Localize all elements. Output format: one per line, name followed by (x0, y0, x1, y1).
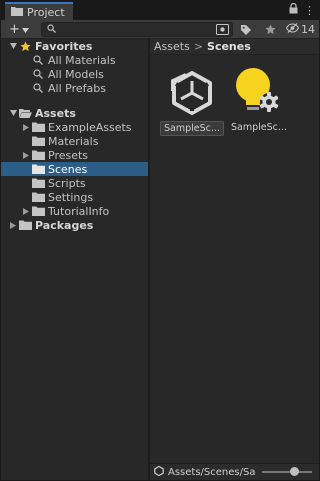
tree-label: Favorites (35, 39, 93, 53)
tree-label: Scripts (48, 176, 86, 190)
tree-item-tutorialinfo[interactable]: TutorialInfo (1, 204, 148, 218)
asset-item[interactable]: SampleSc... (227, 65, 291, 134)
search-field[interactable] (41, 22, 233, 37)
tab-actions: ⋮ (289, 2, 315, 17)
breadcrumb: Assets > Scenes (150, 39, 319, 55)
more-options-icon[interactable]: ⋮ (304, 4, 315, 17)
tree-label: Materials (48, 134, 99, 148)
star-icon (18, 40, 32, 52)
breadcrumb-scenes[interactable]: Scenes (207, 40, 251, 53)
tree-label: Packages (35, 218, 94, 232)
collapsed-arrow-icon[interactable] (21, 122, 31, 132)
tree-label: ExampleAssets (48, 120, 132, 134)
eye-slash-icon (285, 23, 300, 36)
tree-item-favorites[interactable]: Favorites (1, 39, 148, 53)
tree-item-presets[interactable]: Presets (1, 148, 148, 162)
tree-label: Assets (35, 106, 76, 120)
asset-pane: Assets > Scenes SampleSc... SampleSc... … (150, 39, 319, 480)
search-icon (47, 23, 56, 36)
search-icon (31, 54, 45, 66)
tree-label: Settings (48, 190, 94, 204)
lock-icon[interactable] (289, 2, 298, 17)
tree-label: Scenes (48, 162, 88, 176)
tree-item-exampleassets[interactable]: ExampleAssets (1, 120, 148, 134)
folder-icon (31, 177, 45, 189)
folder-icon (18, 219, 32, 231)
zoom-slider[interactable] (262, 467, 312, 476)
collapsed-arrow-icon[interactable] (21, 206, 31, 216)
tree-item-all-prefabs[interactable]: All Prefabs (1, 81, 148, 95)
tree-item-all-models[interactable]: All Models (1, 67, 148, 81)
tab-title: Project (27, 5, 65, 19)
folder-tree: Favorites All Materials All Models All P… (1, 39, 148, 480)
folder-open-icon (18, 107, 32, 119)
tree-item-materials[interactable]: Materials (1, 134, 148, 148)
lighting-settings-icon (231, 65, 287, 119)
scene-asset-icon (154, 465, 164, 479)
folder-icon (31, 149, 45, 161)
unity-scene-icon (164, 65, 220, 119)
tree-item-settings[interactable]: Settings (1, 190, 148, 204)
tree-item-packages[interactable]: Packages (1, 218, 148, 232)
tab-strip: Project ⋮ (1, 1, 319, 20)
hidden-packages-toggle[interactable]: 14 (285, 23, 315, 36)
tree-label: All Models (48, 67, 104, 81)
asset-item[interactable]: SampleSc... (160, 65, 224, 136)
chevron-down-icon (21, 22, 29, 37)
expand-arrow-icon[interactable] (8, 41, 18, 51)
collapsed-arrow-icon[interactable] (21, 150, 31, 160)
folder-icon (31, 163, 45, 175)
tree-item-assets[interactable]: Assets (1, 106, 148, 120)
tree-label: TutorialInfo (48, 204, 110, 218)
breadcrumb-assets[interactable]: Assets (154, 40, 190, 53)
expand-arrow-icon[interactable] (8, 108, 18, 118)
tree-label: All Materials (48, 53, 116, 67)
collapsed-arrow-icon[interactable] (8, 220, 18, 230)
toolbar-icons: 14 (214, 22, 315, 37)
asset-path: Assets/Scenes/Sa (168, 466, 256, 478)
search-icon (31, 68, 45, 80)
add-button[interactable]: + (4, 21, 34, 38)
status-bar: Assets/Scenes/Sa (150, 463, 319, 480)
folder-icon (31, 135, 45, 147)
tree-item-scenes[interactable]: Scenes (1, 162, 148, 176)
tree-label: All Prefabs (48, 81, 106, 95)
project-window: Project ⋮ + 14 Favorites All Materials A… (0, 0, 320, 481)
search-input[interactable] (60, 24, 230, 35)
zoom-slider-knob[interactable] (290, 467, 299, 476)
tab-project[interactable]: Project (5, 2, 73, 20)
toolbar: + 14 (1, 20, 319, 39)
folder-icon (11, 6, 23, 19)
favorite-star-icon[interactable] (262, 22, 278, 37)
tree-item-all-materials[interactable]: All Materials (1, 53, 148, 67)
label-icon[interactable] (238, 22, 254, 37)
add-label: + (9, 21, 20, 37)
search-by-type-icon[interactable] (214, 22, 230, 37)
asset-name: SampleSc... (160, 121, 224, 136)
tree-label: Presets (48, 148, 89, 162)
search-icon (31, 82, 45, 94)
tree-item-scripts[interactable]: Scripts (1, 176, 148, 190)
asset-name: SampleSc... (231, 122, 287, 133)
breadcrumb-separator: > (193, 40, 204, 53)
hidden-count-label: 14 (301, 23, 315, 36)
folder-icon (31, 205, 45, 217)
folder-icon (31, 191, 45, 203)
folder-icon (31, 121, 45, 133)
